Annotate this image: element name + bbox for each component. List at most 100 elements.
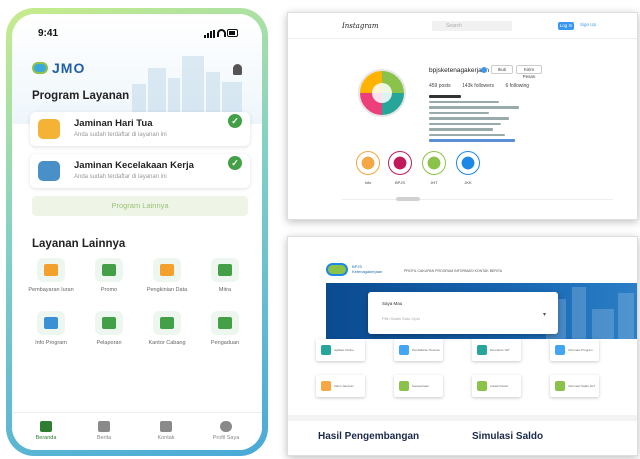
bpjs-logo-text: BPJS Ketenagakerjaan: [352, 264, 383, 274]
jmo-logo-text: JMO: [52, 60, 86, 76]
stat-following[interactable]: 6 following: [505, 83, 529, 89]
panel-label: Saya Mau: [382, 301, 403, 306]
service-pengaduan[interactable]: Pengaduan: [200, 311, 250, 347]
info-card-icon: [37, 311, 65, 335]
chevron-down-icon[interactable]: ▾: [543, 311, 546, 318]
registration-icon: [399, 345, 409, 355]
nav-profil-saya[interactable]: Profil Saya: [204, 421, 248, 441]
profile-avatar[interactable]: [358, 69, 406, 117]
bpjs-website-card: BPJS Ketenagakerjaan PROFIL CAKUPAN PROG…: [287, 236, 638, 456]
heading-simulasi-saldo: Simulasi Saldo: [472, 431, 544, 442]
option-select[interactable]: Pilih Salah Satu Opsi: [382, 316, 420, 321]
news-icon: [98, 421, 110, 432]
status-bar: 9:41: [38, 28, 238, 40]
savings-icon: [38, 119, 60, 139]
battery-icon: [227, 29, 238, 37]
instagram-logo[interactable]: Instagram: [342, 22, 379, 30]
service-info-program[interactable]: Info Program: [26, 311, 76, 347]
payment-icon: [37, 258, 65, 282]
service-label: Pembayaran Iuran: [28, 287, 74, 293]
claim-icon: [321, 381, 331, 391]
nav-label: Profil Saya: [212, 435, 240, 441]
program-lainnya-button[interactable]: Program Lainnya: [32, 196, 248, 216]
bottom-navigation: Beranda Berita Kontak Profil Saya: [12, 412, 262, 450]
signup-link[interactable]: Sign Up: [580, 22, 596, 27]
service-tile-label: Informasi Saldo JHT: [568, 384, 596, 388]
balance-icon: [555, 381, 565, 391]
check-icon: ✓: [228, 156, 242, 170]
worker-icon: [38, 161, 60, 181]
app-icon: [321, 345, 331, 355]
complaint-icon: [211, 311, 239, 335]
service-promo[interactable]: Promo: [84, 258, 134, 294]
service-pembayaran-iuran[interactable]: Pembayaran Iuran: [26, 258, 76, 294]
nav-label: Kontak: [157, 435, 175, 441]
service-tile[interactable]: Aplikasi Online: [316, 339, 365, 361]
bpjs-logo-icon[interactable]: [326, 263, 348, 276]
service-label: Promo: [100, 287, 118, 293]
promo-icon: [95, 258, 123, 282]
city-illustration: [132, 52, 252, 112]
home-icon: [40, 421, 52, 432]
info-icon: [555, 345, 565, 355]
service-tile-label: Pendaftaran Peserta: [412, 348, 440, 352]
service-tile-label: Aplikasi Online: [334, 348, 354, 352]
phone-mockup: 9:41 JMO Program Layanan Jaminan Hari Tu…: [6, 8, 268, 456]
program-title: Jaminan Kecelakaan Kerja: [74, 160, 194, 171]
withdrawal-icon: [477, 345, 487, 355]
report-icon: [95, 311, 123, 335]
posts-tab-indicator[interactable]: [396, 197, 420, 201]
service-label: Info Program: [35, 340, 67, 346]
service-kantor-cabang[interactable]: Kantor Cabang: [142, 311, 192, 347]
nav-label: Berita: [96, 435, 112, 441]
program-subtitle: Anda sudah terdaftar di layanan ini: [74, 132, 167, 138]
highlight-label: BPJS: [394, 180, 405, 185]
service-tile[interactable]: Lokasi Kantor: [472, 375, 521, 397]
program-card-jht[interactable]: Jaminan Hari Tua Anda sudah terdaftar di…: [30, 112, 250, 146]
stat-posts: 459 posts: [429, 83, 451, 89]
highlight-jkk[interactable]: [456, 151, 480, 175]
nav-kontak[interactable]: Kontak: [144, 421, 188, 441]
highlight-bpjs[interactable]: [388, 151, 412, 175]
service-tile[interactable]: Pendaftaran Peserta: [394, 339, 443, 361]
service-tile[interactable]: Pencairan JHT: [472, 339, 521, 361]
section-title-program: Program Layanan: [32, 90, 130, 102]
login-button[interactable]: Log In: [558, 22, 574, 30]
notification-bell-icon[interactable]: [233, 64, 242, 75]
follow-button[interactable]: Ikuti: [491, 65, 513, 74]
verified-badge-icon: [481, 67, 487, 73]
instagram-search-input[interactable]: Search: [432, 21, 512, 31]
instagram-topbar: Instagram Search Log In Sign Up: [288, 13, 637, 39]
service-tile[interactable]: Klaim Jaminan: [316, 375, 365, 397]
program-card-jkk[interactable]: Jaminan Kecelakaan Kerja Anda sudah terd…: [30, 154, 250, 188]
nav-beranda[interactable]: Beranda: [24, 421, 68, 441]
highlight-label: Info: [364, 180, 372, 185]
service-tile-label: Kepesertaan: [412, 384, 430, 388]
nav-label: Beranda: [35, 435, 57, 441]
jmo-logo-mark-icon: [32, 62, 48, 74]
message-button[interactable]: Kirim Pesan: [516, 65, 542, 79]
signal-icon: [204, 30, 215, 38]
section-title-lainnya: Layanan Lainnya: [32, 238, 126, 250]
office-icon: [153, 311, 181, 335]
website-nav-links[interactable]: PROFIL CAKUPAN PROGRAM INFORMASI KONTAK …: [404, 269, 502, 273]
service-tile-label: Pencairan JHT: [490, 348, 510, 352]
service-label: Mitra: [218, 287, 232, 293]
program-subtitle: Anda sudah terdaftar di layanan ini: [74, 174, 167, 180]
service-label: Pengkinian Data: [146, 287, 188, 293]
service-pengkinian-data[interactable]: Pengkinian Data: [142, 258, 192, 294]
stat-followers[interactable]: 143k followers: [462, 83, 494, 89]
collage: 9:41 JMO Program Layanan Jaminan Hari Tu…: [0, 0, 640, 459]
nav-berita[interactable]: Berita: [82, 421, 126, 441]
service-tile[interactable]: Informasi Saldo JHT: [550, 375, 599, 397]
highlight-jht[interactable]: [422, 151, 446, 175]
tab-divider: [342, 199, 613, 200]
update-data-icon: [153, 258, 181, 282]
profile-bio: [429, 95, 539, 145]
service-tile[interactable]: Kepesertaan: [394, 375, 443, 397]
highlight-info[interactable]: [356, 151, 380, 175]
service-pelaporan[interactable]: Pelaporan: [84, 311, 134, 347]
service-mitra[interactable]: Mitra: [200, 258, 250, 294]
section-divider: [288, 415, 637, 421]
service-tile[interactable]: Informasi Program: [550, 339, 599, 361]
